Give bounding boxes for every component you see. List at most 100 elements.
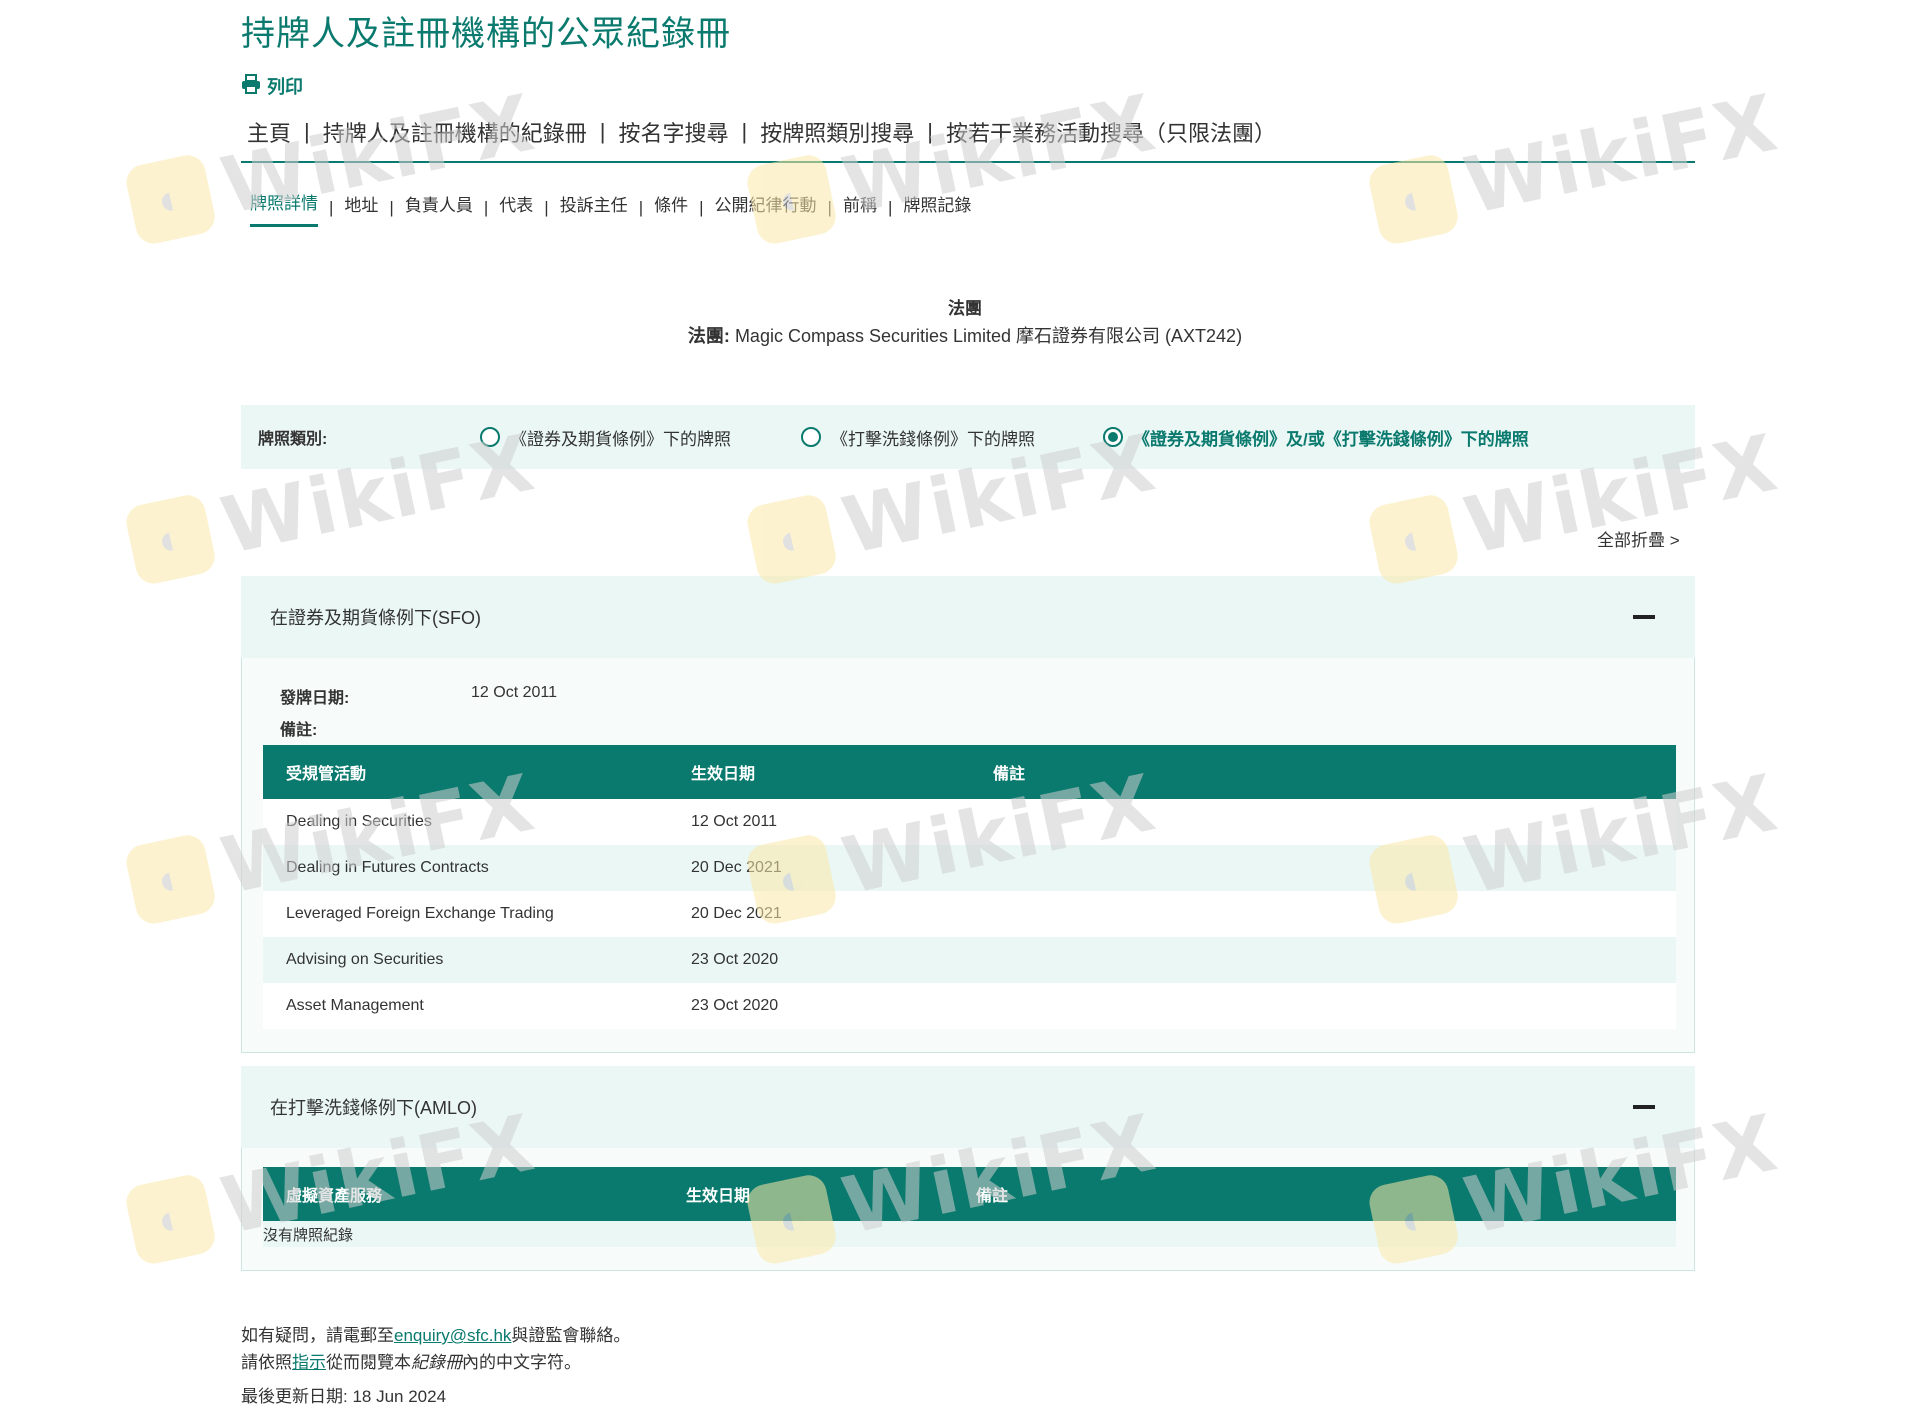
table-row: Leveraged Foreign Exchange Trading 20 De… [263, 891, 1676, 937]
tab-separator: | [638, 198, 644, 217]
print-label: 列印 [267, 77, 303, 97]
corporation-line: 法團: Magic Compass Securities Limited 摩石證… [0, 322, 1920, 348]
activity-cell: Dealing in Securities [263, 799, 668, 845]
tab-separator: | [827, 198, 832, 217]
nav-search-by-name[interactable]: 按名字搜尋 [618, 116, 728, 148]
wikifx-logo-icon: ◐ [123, 151, 219, 247]
license-type-bar: 牌照類別: 《證券及期貨條例》下的牌照 《打擊洗錢條例》下的牌照 《證券及期貨條… [241, 405, 1695, 469]
footer-text: 從而閱覽本 [326, 1353, 411, 1372]
footer-text: 請依照 [241, 1353, 292, 1372]
tab-separator: | [544, 198, 549, 217]
tab-conditions[interactable]: 條件 [654, 191, 688, 226]
radio-label: 《證券及期貨條例》下的牌照 [510, 429, 731, 449]
corporation-heading: 法團 [948, 299, 982, 318]
sfo-section-header[interactable]: 在證券及期貨條例下(SFO) [241, 576, 1695, 658]
collapse-minus-icon[interactable] [1633, 1105, 1655, 1109]
print-button[interactable]: 列印 [241, 73, 303, 99]
radio-button-selected[interactable] [1103, 427, 1123, 447]
wikifx-logo-icon: ◐ [123, 1171, 219, 1267]
tab-disciplinary-actions[interactable]: 公開紀律行動 [715, 191, 817, 226]
activity-cell: Leveraged Foreign Exchange Trading [263, 891, 668, 937]
radio-button[interactable] [480, 427, 500, 447]
nav-search-by-license-type[interactable]: 按牌照類別搜尋 [760, 116, 914, 148]
collapse-all-link[interactable]: 全部折疊 > [1597, 526, 1680, 551]
regulated-activities-table: 受規管活動 生效日期 備註 Dealing in Securities 12 O… [263, 745, 1676, 1029]
page: 持牌人及註冊機構的公眾紀錄冊 列印 主頁 | 持牌人及註冊機構的紀錄冊 | 按名… [0, 0, 1920, 1409]
sfo-section-title: 在證券及期貨條例下(SFO) [270, 608, 481, 628]
column-header-effective-date: 生效日期 [668, 745, 970, 799]
date-cell: 12 Oct 2011 [668, 799, 970, 845]
wikifx-logo-icon: ◐ [744, 491, 840, 587]
radio-sfo-or-amlo-license[interactable]: 《證券及期貨條例》及/或《打擊洗錢條例》下的牌照 [1103, 425, 1529, 450]
license-type-label: 牌照類別: [258, 431, 328, 448]
sfo-section-body: 發牌日期: 12 Oct 2011 備註: 受規管活動 生效日期 備註 Deal… [241, 658, 1695, 1053]
remark-cell [970, 799, 1676, 845]
nav-home[interactable]: 主頁 [247, 116, 291, 148]
tab-separator: | [699, 198, 704, 217]
footer-instructions: 請依照指示從而閱覽本紀錄冊內的中文字符。 [241, 1348, 581, 1373]
amlo-section-body: 虛擬資產服務 生效日期 備註 沒有牌照紀錄 [241, 1148, 1695, 1271]
wikifx-logo-icon: ◐ [1366, 491, 1462, 587]
tab-separator: | [389, 198, 394, 217]
radio-button[interactable] [801, 427, 821, 447]
wikifx-logo-icon: ◐ [123, 491, 219, 587]
tab-complaints-officer[interactable]: 投訴主任 [560, 191, 628, 226]
nav-separator: | [741, 119, 748, 144]
corporation-name: Magic Compass Securities Limited 摩石證券有限公… [734, 326, 1243, 346]
date-cell: 20 Dec 2021 [668, 845, 970, 891]
tab-license-record[interactable]: 牌照記錄 [903, 191, 971, 226]
nav-register[interactable]: 持牌人及註冊機構的紀錄冊 [323, 116, 587, 148]
footer-contact: 如有疑問，請電郵至enquiry@sfc.hk與證監會聯絡。 [241, 1321, 630, 1346]
wikifx-logo-icon: ◐ [123, 831, 219, 927]
remark-cell [970, 937, 1676, 983]
remark-cell [970, 891, 1676, 937]
radio-label: 《打擊洗錢條例》下的牌照 [831, 429, 1035, 449]
issue-date-value: 12 Oct 2011 [471, 684, 557, 701]
tab-representatives[interactable]: 代表 [499, 191, 533, 226]
corporation-label: 法團: [687, 326, 730, 346]
tab-separator: | [887, 198, 893, 217]
radio-sfo-license[interactable]: 《證券及期貨條例》下的牌照 [480, 425, 731, 450]
activity-cell: Advising on Securities [263, 937, 668, 983]
activity-cell: Asset Management [263, 983, 668, 1029]
email-link[interactable]: enquiry@sfc.hk [394, 1326, 511, 1345]
no-record-text: 沒有牌照紀錄 [263, 1227, 354, 1244]
footer-text: 紀錄冊 [411, 1353, 462, 1372]
date-cell: 20 Dec 2021 [668, 891, 970, 937]
remark-cell [970, 983, 1676, 1029]
date-cell: 23 Oct 2020 [668, 983, 970, 1029]
radio-amlo-license[interactable]: 《打擊洗錢條例》下的牌照 [801, 425, 1035, 450]
tab-license-details[interactable]: 牌照詳情 [250, 189, 318, 227]
page-title: 持牌人及註冊機構的公眾紀錄冊 [241, 15, 731, 53]
radio-label: 《證券及期貨條例》及/或《打擊洗錢條例》下的牌照 [1133, 429, 1529, 449]
wikifx-logo-icon: ◐ [1366, 151, 1462, 247]
tab-former-names[interactable]: 前稱 [843, 191, 877, 226]
instructions-link[interactable]: 指示 [292, 1353, 326, 1372]
column-header-remarks: 備註 [953, 1167, 1676, 1221]
amlo-section-title: 在打擊洗錢條例下(AMLO) [270, 1098, 477, 1118]
footer-text: 內的中文字符。 [462, 1353, 581, 1372]
watermark-text: WikiFX [1457, 78, 1786, 233]
column-header-effective-date: 生效日期 [663, 1167, 953, 1221]
tab-address[interactable]: 地址 [344, 191, 378, 226]
table-row: Asset Management 23 Oct 2020 [263, 983, 1676, 1029]
watermark: ◐ WikiFX [1365, 78, 1786, 251]
nav-separator: | [927, 119, 933, 144]
remark-cell [970, 845, 1676, 891]
table-header-row: 受規管活動 生效日期 備註 [263, 745, 1676, 799]
amlo-section-header[interactable]: 在打擊洗錢條例下(AMLO) [241, 1066, 1695, 1148]
sub-navigation: 牌照詳情 | 地址 | 負責人員 | 代表 | 投訴主任 | 條件 | 公開紀律… [250, 189, 971, 227]
footer-text: 與證監會聯絡。 [511, 1326, 631, 1345]
collapse-minus-icon[interactable] [1633, 615, 1655, 619]
top-navigation: 主頁 | 持牌人及註冊機構的紀錄冊 | 按名字搜尋 | 按牌照類別搜尋 | 按若… [247, 116, 1276, 148]
issue-date-label: 發牌日期: [280, 690, 350, 707]
tab-responsible-officers[interactable]: 負責人員 [405, 191, 473, 226]
footer-text: 如有疑問，請電郵至 [241, 1326, 394, 1345]
tab-separator: | [483, 198, 489, 217]
nav-divider [241, 161, 1695, 163]
column-header-virtual-asset-service: 虛擬資產服務 [263, 1167, 663, 1221]
remarks-label: 備註: [280, 722, 318, 739]
nav-search-by-activity[interactable]: 按若干業務活動搜尋（只限法團） [946, 116, 1276, 148]
table-row: Advising on Securities 23 Oct 2020 [263, 937, 1676, 983]
table-row: Dealing in Futures Contracts 20 Dec 2021 [263, 845, 1676, 891]
